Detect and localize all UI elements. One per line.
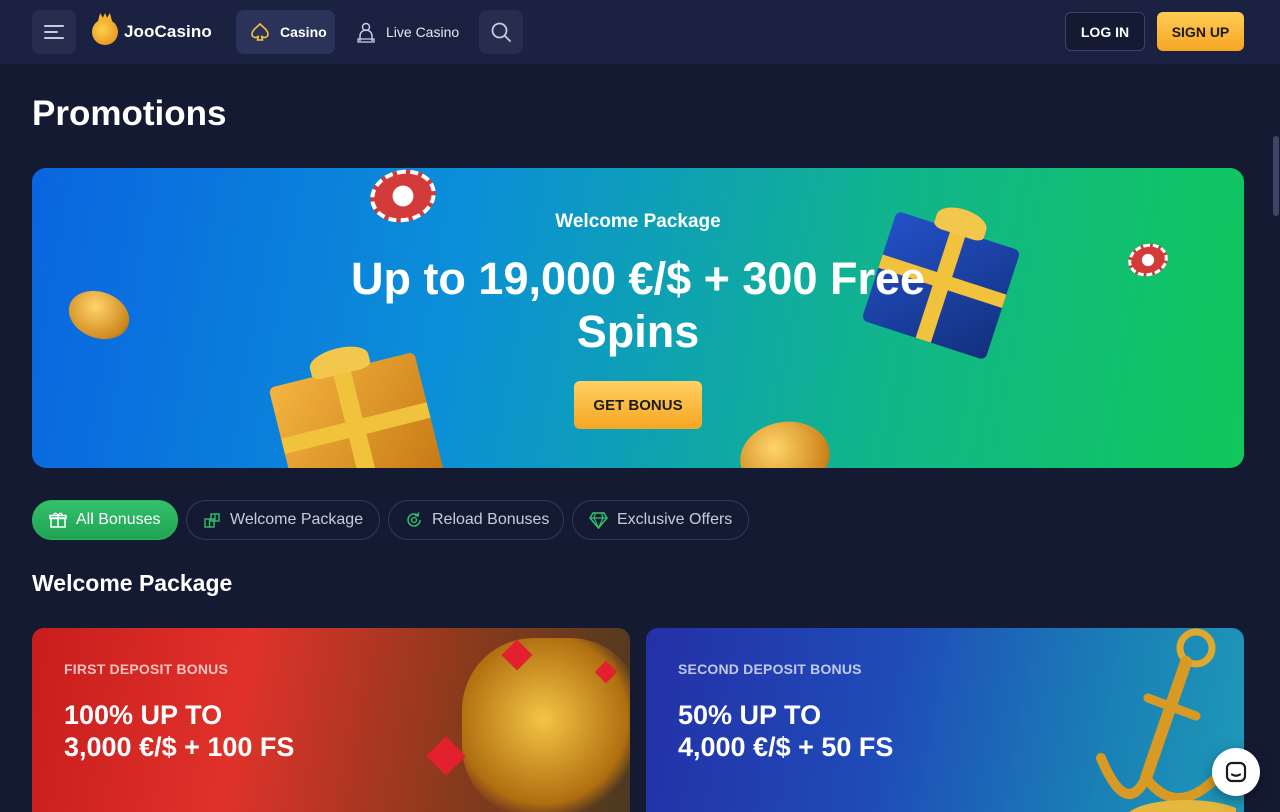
section-title: Welcome Package bbox=[32, 570, 233, 596]
site-logo[interactable]: JooCasino bbox=[92, 16, 212, 48]
logo-crown-icon bbox=[92, 19, 118, 45]
spade-icon bbox=[251, 22, 269, 41]
anchor-decoration bbox=[1096, 628, 1236, 812]
top-header: JooCasino Casino Live Casino LOG IN SIGN… bbox=[0, 0, 1280, 64]
gem-decoration bbox=[426, 736, 466, 776]
search-button[interactable] bbox=[479, 10, 523, 54]
filter-exclusive-offers-label: Exclusive Offers bbox=[617, 511, 733, 528]
first-deposit-bonus-card[interactable]: FIRST DEPOSIT BONUS 100% UP TO 3,000 €/$… bbox=[32, 628, 630, 812]
second-deposit-bonus-card[interactable]: SECOND DEPOSIT BONUS 50% UP TO 4,000 €/$… bbox=[646, 628, 1244, 812]
dealer-icon bbox=[357, 22, 375, 43]
card-title: 50% UP TO 4,000 €/$ + 50 FS bbox=[678, 699, 893, 763]
hero-banner: Welcome Package Up to 19,000 €/$ + 300 F… bbox=[32, 168, 1244, 468]
filter-all-bonuses[interactable]: All Bonuses bbox=[32, 500, 178, 540]
login-button[interactable]: LOG IN bbox=[1065, 12, 1145, 51]
card-eyebrow: FIRST DEPOSIT BONUS bbox=[64, 661, 229, 677]
live-chat-button[interactable] bbox=[1212, 748, 1260, 796]
signup-button[interactable]: SIGN UP bbox=[1157, 12, 1244, 51]
hero-subtitle: Welcome Package bbox=[555, 211, 721, 232]
nav-casino-label: Casino bbox=[280, 24, 327, 40]
nav-casino[interactable]: Casino bbox=[236, 10, 335, 54]
card-title-line: 100% UP TO bbox=[64, 700, 223, 730]
card-title: 100% UP TO 3,000 €/$ + 100 FS bbox=[64, 699, 294, 763]
hero-title: Up to 19,000 €/$ + 300 Free Spins bbox=[350, 253, 926, 357]
filter-reload-bonuses[interactable]: Reload Bonuses bbox=[388, 500, 564, 540]
scrollbar-thumb[interactable] bbox=[1273, 136, 1279, 216]
card-title-line: 3,000 €/$ + 100 FS bbox=[64, 732, 295, 762]
chat-icon bbox=[1225, 761, 1247, 783]
page-title: Promotions bbox=[32, 94, 227, 133]
filter-all-bonuses-label: All Bonuses bbox=[76, 511, 161, 528]
logo-text: JooCasino bbox=[124, 22, 212, 41]
chip-decoration bbox=[1124, 239, 1172, 281]
page-scrollbar[interactable] bbox=[1272, 64, 1280, 812]
menu-toggle-button[interactable] bbox=[32, 10, 76, 54]
search-icon bbox=[491, 22, 511, 42]
filter-reload-bonuses-label: Reload Bonuses bbox=[432, 511, 550, 528]
card-title-line: 4,000 €/$ + 50 FS bbox=[678, 732, 894, 762]
gift-box-decoration bbox=[268, 341, 446, 468]
gifts-icon bbox=[204, 513, 220, 528]
card-title-line: 50% UP TO bbox=[678, 700, 822, 730]
reload-icon bbox=[407, 512, 421, 527]
card-eyebrow: SECOND DEPOSIT BONUS bbox=[678, 661, 862, 677]
diamond-icon bbox=[589, 512, 608, 529]
nav-live-casino-label: Live Casino bbox=[386, 24, 460, 40]
nav-live-casino[interactable]: Live Casino bbox=[346, 10, 459, 54]
filter-exclusive-offers[interactable]: Exclusive Offers bbox=[572, 500, 749, 540]
gift-icon bbox=[49, 512, 67, 528]
coin-decoration bbox=[734, 414, 836, 468]
filter-welcome-package[interactable]: Welcome Package bbox=[186, 500, 380, 540]
menu-icon bbox=[44, 25, 64, 39]
coin-decoration bbox=[62, 282, 136, 348]
get-bonus-button[interactable]: GET BONUS bbox=[574, 381, 702, 429]
filter-welcome-package-label: Welcome Package bbox=[230, 511, 364, 528]
